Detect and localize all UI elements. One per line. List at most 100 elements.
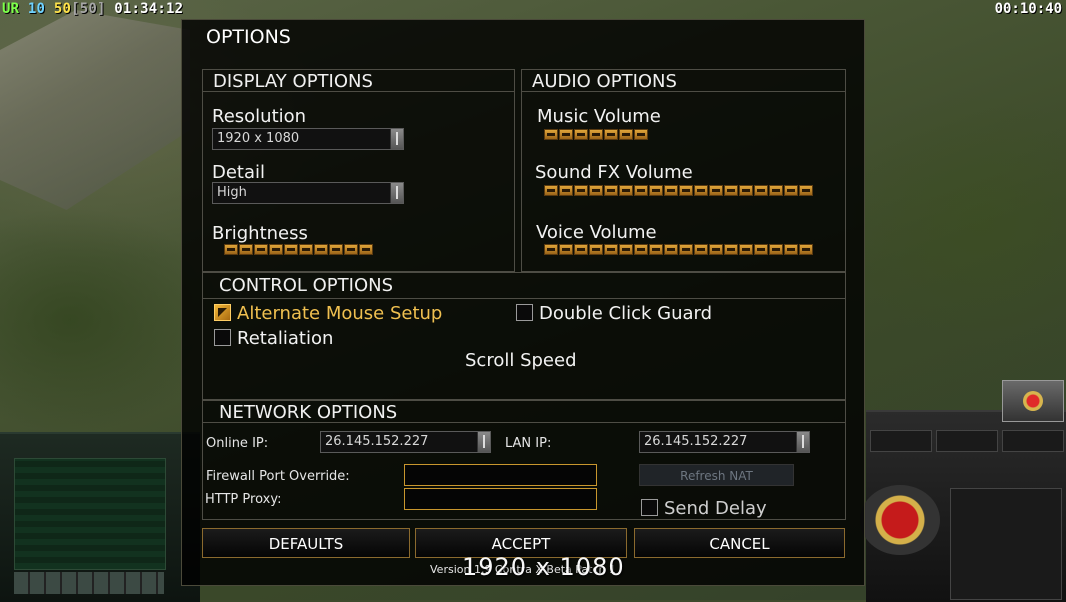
meter-segment[interactable] bbox=[634, 129, 648, 140]
dropdown-arrow-icon[interactable] bbox=[390, 129, 403, 149]
meter-segment[interactable] bbox=[544, 185, 558, 196]
meter-segment[interactable] bbox=[664, 244, 678, 255]
meter-segment[interactable] bbox=[694, 185, 708, 196]
double-click-guard-label[interactable]: Double Click Guard bbox=[539, 303, 712, 324]
meter-segment[interactable] bbox=[589, 185, 603, 196]
sfx-volume-slider[interactable] bbox=[544, 185, 813, 197]
player-stats: UR 10 50[50] 01:34:12 bbox=[2, 1, 183, 17]
alternate-mouse-label[interactable]: Alternate Mouse Setup bbox=[237, 303, 442, 324]
meter-segment[interactable] bbox=[619, 185, 633, 196]
meter-segment[interactable] bbox=[544, 129, 558, 140]
brightness-slider[interactable] bbox=[224, 244, 373, 256]
meter-segment[interactable] bbox=[724, 185, 738, 196]
meter-segment[interactable] bbox=[649, 244, 663, 255]
alternate-mouse-checkbox[interactable] bbox=[214, 304, 231, 321]
meter-segment[interactable] bbox=[799, 185, 813, 196]
meter-segment[interactable] bbox=[344, 244, 358, 255]
meter-segment[interactable] bbox=[604, 185, 618, 196]
meter-segment[interactable] bbox=[709, 185, 723, 196]
meter-segment[interactable] bbox=[559, 185, 573, 196]
meter-segment[interactable] bbox=[299, 244, 313, 255]
meter-segment[interactable] bbox=[359, 244, 373, 255]
meter-segment[interactable] bbox=[589, 129, 603, 140]
audio-options-heading: AUDIO OPTIONS bbox=[522, 70, 845, 92]
meter-segment[interactable] bbox=[799, 244, 813, 255]
sfx-volume-label: Sound FX Volume bbox=[535, 162, 693, 183]
meter-segment[interactable] bbox=[604, 244, 618, 255]
stats-value-b: 50 bbox=[53, 1, 72, 17]
meter-segment[interactable] bbox=[619, 129, 633, 140]
hud-slot[interactable] bbox=[936, 430, 998, 452]
meter-segment[interactable] bbox=[239, 244, 253, 255]
meter-segment[interactable] bbox=[544, 244, 558, 255]
meter-segment[interactable] bbox=[269, 244, 283, 255]
meter-segment[interactable] bbox=[664, 185, 678, 196]
meter-segment[interactable] bbox=[679, 185, 693, 196]
send-delay-checkbox[interactable] bbox=[641, 499, 658, 516]
resolution-value: 1920 x 1080 bbox=[217, 131, 300, 146]
meter-segment[interactable] bbox=[254, 244, 268, 255]
lan-ip-dropdown[interactable]: 26.145.152.227 bbox=[639, 431, 810, 453]
meter-segment[interactable] bbox=[314, 244, 328, 255]
send-delay-label[interactable]: Send Delay bbox=[664, 498, 767, 519]
dropdown-arrow-icon[interactable] bbox=[477, 432, 490, 452]
meter-segment[interactable] bbox=[694, 244, 708, 255]
stats-label: UR bbox=[2, 1, 20, 17]
meter-segment[interactable] bbox=[619, 244, 633, 255]
meter-segment[interactable] bbox=[574, 185, 588, 196]
music-volume-slider[interactable] bbox=[544, 129, 648, 141]
meter-segment[interactable] bbox=[709, 244, 723, 255]
meter-segment[interactable] bbox=[679, 244, 693, 255]
dropdown-arrow-icon[interactable] bbox=[796, 432, 809, 452]
voice-volume-label: Voice Volume bbox=[536, 222, 657, 243]
defaults-button[interactable]: DEFAULTS bbox=[202, 528, 410, 558]
meter-segment[interactable] bbox=[589, 244, 603, 255]
meter-segment[interactable] bbox=[329, 244, 343, 255]
meter-segment[interactable] bbox=[739, 185, 753, 196]
detail-label: Detail bbox=[212, 162, 266, 183]
control-options-heading: CONTROL OPTIONS bbox=[203, 273, 845, 299]
firewall-port-input[interactable] bbox=[404, 464, 597, 486]
resolution-tooltip: 1920 x 1080 bbox=[462, 553, 625, 581]
meter-segment[interactable] bbox=[784, 244, 798, 255]
double-click-guard-checkbox[interactable] bbox=[516, 304, 533, 321]
meter-segment[interactable] bbox=[559, 129, 573, 140]
meter-segment[interactable] bbox=[574, 244, 588, 255]
meter-segment[interactable] bbox=[754, 244, 768, 255]
meter-segment[interactable] bbox=[604, 129, 618, 140]
meter-segment[interactable] bbox=[754, 185, 768, 196]
hud-slot[interactable] bbox=[870, 430, 932, 452]
hud-slot[interactable] bbox=[1002, 430, 1064, 452]
meter-segment[interactable] bbox=[574, 129, 588, 140]
cancel-button[interactable]: CANCEL bbox=[634, 528, 845, 558]
meter-segment[interactable] bbox=[769, 185, 783, 196]
music-volume-label: Music Volume bbox=[537, 106, 661, 127]
meter-segment[interactable] bbox=[284, 244, 298, 255]
voice-volume-slider[interactable] bbox=[544, 244, 813, 256]
http-proxy-input[interactable] bbox=[404, 488, 597, 510]
refresh-nat-button[interactable]: Refresh NAT bbox=[639, 464, 794, 486]
meter-segment[interactable] bbox=[739, 244, 753, 255]
detail-dropdown[interactable]: High bbox=[212, 182, 404, 204]
online-ip-dropdown[interactable]: 26.145.152.227 bbox=[320, 431, 491, 453]
retaliation-label[interactable]: Retaliation bbox=[237, 328, 333, 349]
brightness-label: Brightness bbox=[212, 223, 308, 244]
radar-map[interactable] bbox=[14, 458, 166, 570]
mission-clock: 00:10:40 bbox=[994, 1, 1062, 17]
dialog-title: OPTIONS bbox=[206, 26, 291, 48]
dropdown-arrow-icon[interactable] bbox=[390, 183, 403, 203]
meter-segment[interactable] bbox=[559, 244, 573, 255]
meter-segment[interactable] bbox=[724, 244, 738, 255]
command-tabs[interactable] bbox=[14, 572, 164, 594]
meter-segment[interactable] bbox=[634, 244, 648, 255]
meter-segment[interactable] bbox=[649, 185, 663, 196]
build-queue-panel[interactable] bbox=[950, 488, 1062, 600]
meter-segment[interactable] bbox=[784, 185, 798, 196]
meter-segment[interactable] bbox=[224, 244, 238, 255]
resolution-dropdown[interactable]: 1920 x 1080 bbox=[212, 128, 404, 150]
resolution-label: Resolution bbox=[212, 106, 307, 127]
general-promotion-icon[interactable] bbox=[1002, 380, 1064, 422]
retaliation-checkbox[interactable] bbox=[214, 329, 231, 346]
meter-segment[interactable] bbox=[769, 244, 783, 255]
meter-segment[interactable] bbox=[634, 185, 648, 196]
